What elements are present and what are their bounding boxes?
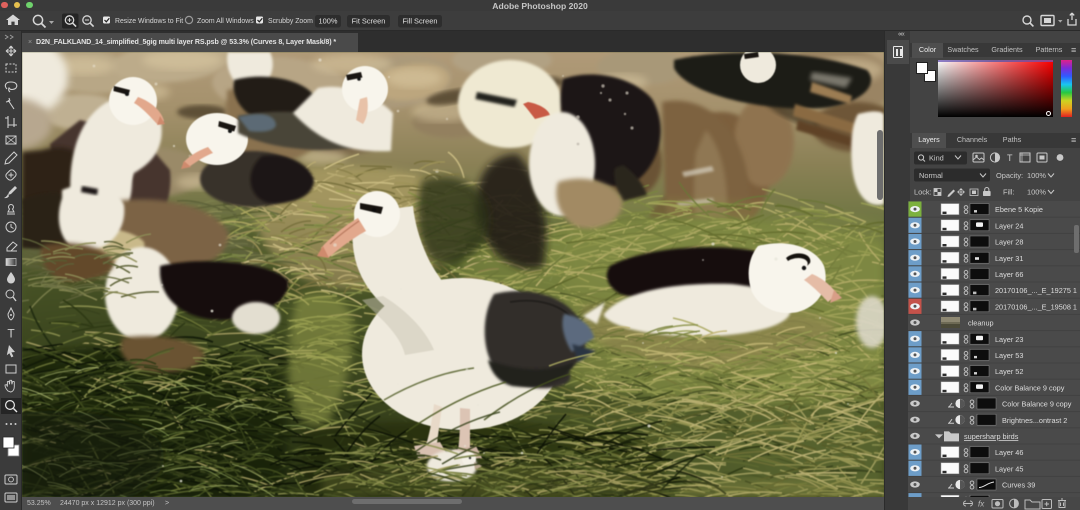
svg-text:Fit Screen: Fit Screen bbox=[352, 17, 386, 26]
svg-text:Layer 66: Layer 66 bbox=[995, 270, 1023, 279]
svg-text:100%: 100% bbox=[1027, 187, 1046, 196]
svg-text:Layer 46: Layer 46 bbox=[995, 448, 1023, 457]
svg-text:Zoom All Windows: Zoom All Windows bbox=[197, 18, 254, 25]
svg-text:Brightnes...ontrast 2: Brightnes...ontrast 2 bbox=[1002, 416, 1067, 425]
svg-text:Fill Screen: Fill Screen bbox=[403, 17, 438, 26]
svg-text:Layer 52: Layer 52 bbox=[995, 367, 1023, 376]
svg-text:cleanup: cleanup bbox=[968, 319, 994, 328]
svg-text:Resize Windows to Fit: Resize Windows to Fit bbox=[115, 18, 183, 25]
svg-text:fx: fx bbox=[978, 500, 985, 509]
svg-text:Layer 28: Layer 28 bbox=[995, 238, 1023, 247]
svg-text:T: T bbox=[7, 327, 15, 341]
svg-text:Scrubby Zoom: Scrubby Zoom bbox=[268, 18, 313, 25]
svg-text:100%: 100% bbox=[319, 17, 338, 26]
svg-text:Layer 23: Layer 23 bbox=[995, 335, 1023, 344]
svg-text:20170106_..._E_19275 1: 20170106_..._E_19275 1 bbox=[995, 286, 1077, 295]
svg-text:Layer 31: Layer 31 bbox=[995, 254, 1023, 263]
svg-text:20170106_..._E_19508 1: 20170106_..._E_19508 1 bbox=[995, 302, 1077, 311]
svg-text:Layer 24: Layer 24 bbox=[995, 221, 1023, 230]
svg-text:Curves 39: Curves 39 bbox=[1002, 481, 1035, 490]
svg-text:Opacity:: Opacity: bbox=[996, 171, 1023, 180]
svg-text:Layer 53: Layer 53 bbox=[995, 351, 1023, 360]
svg-text:supersharp birds: supersharp birds bbox=[964, 432, 1019, 441]
svg-text:Color Balance 9 copy: Color Balance 9 copy bbox=[1002, 400, 1072, 409]
svg-text:Color Balance 9 copy: Color Balance 9 copy bbox=[995, 383, 1065, 392]
svg-text:Layer 45: Layer 45 bbox=[995, 464, 1023, 473]
svg-text:Normal: Normal bbox=[919, 171, 943, 180]
svg-text:T: T bbox=[1007, 153, 1013, 163]
svg-text:Ebene 5 Kopie: Ebene 5 Kopie bbox=[995, 205, 1043, 214]
svg-text:Fill:: Fill: bbox=[1003, 187, 1015, 196]
svg-text:Lock:: Lock: bbox=[914, 187, 932, 196]
svg-text:100%: 100% bbox=[1027, 171, 1046, 180]
svg-text:Kind: Kind bbox=[929, 154, 944, 163]
